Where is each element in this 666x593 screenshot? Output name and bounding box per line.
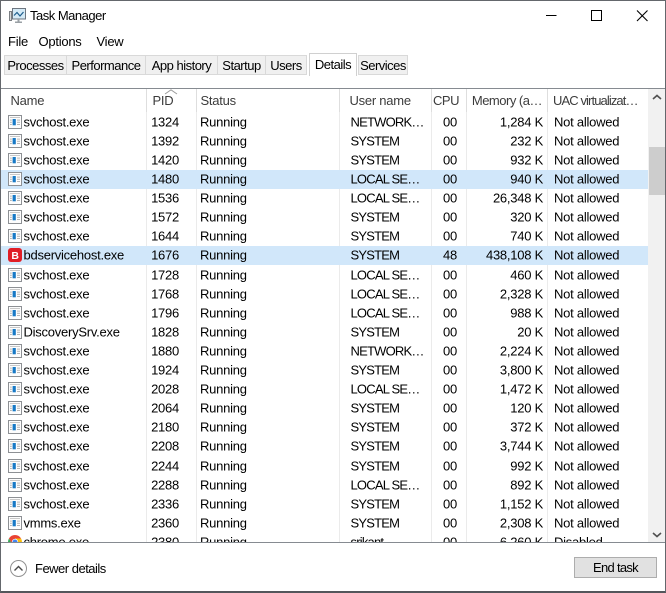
svg-text:B: B: [11, 250, 19, 262]
